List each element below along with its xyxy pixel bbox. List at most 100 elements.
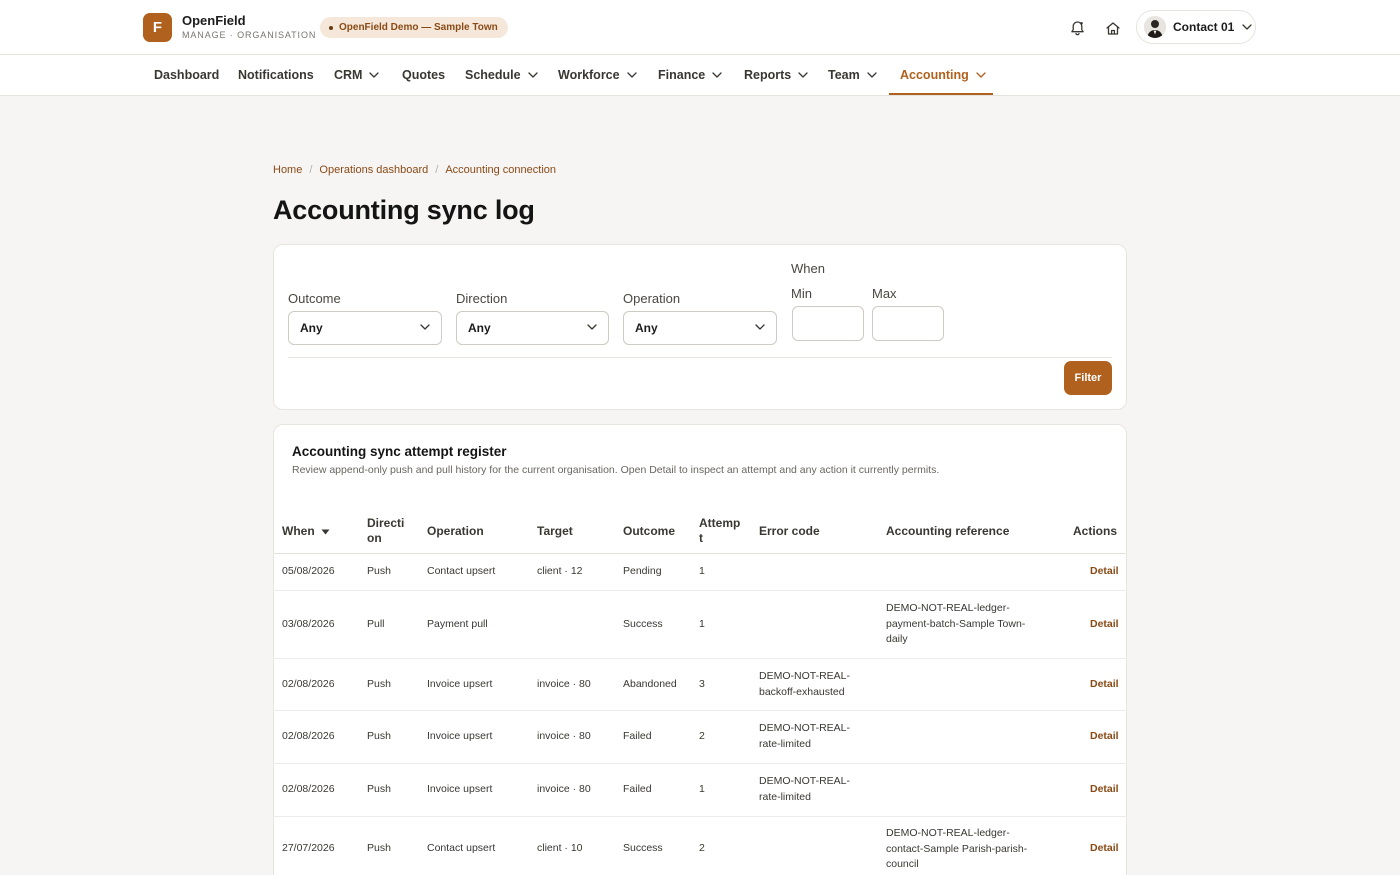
min-date-input[interactable] bbox=[792, 306, 864, 341]
cell-operation: Payment pull bbox=[427, 618, 488, 630]
nav-label: Notifications bbox=[238, 68, 314, 82]
direction-select[interactable]: Any bbox=[456, 311, 609, 345]
chevron-down-icon bbox=[626, 72, 637, 78]
cell-outcome: Abandoned bbox=[623, 678, 677, 690]
table-header: When Directi on Operation Target Outcome … bbox=[274, 508, 1126, 554]
detail-link[interactable]: Detail bbox=[1090, 782, 1119, 798]
cell-target: invoice · 80 bbox=[537, 730, 591, 742]
column-attempt: Attemp t bbox=[699, 516, 741, 545]
nav-accounting[interactable]: Accounting bbox=[900, 55, 986, 95]
status-dot bbox=[329, 25, 333, 30]
cell-attempt: 3 bbox=[699, 678, 705, 690]
column-actions: Actions bbox=[1073, 524, 1118, 538]
breadcrumb-accounting-connection[interactable]: Accounting connection bbox=[445, 164, 556, 176]
cell-when: 05/08/2026 bbox=[282, 565, 335, 577]
cell-operation: Invoice upsert bbox=[427, 678, 493, 690]
cell-error-code: DEMO-NOT-REAL-rate-limited bbox=[759, 722, 851, 750]
nav-crm[interactable]: CRM bbox=[334, 55, 380, 95]
cell-direction: Push bbox=[367, 565, 391, 577]
nav-label: Workforce bbox=[558, 68, 620, 82]
nav-notifications[interactable]: Notifications bbox=[238, 55, 314, 95]
column-outcome: Outcome bbox=[623, 524, 676, 538]
column-when[interactable]: When bbox=[282, 524, 330, 539]
chevron-down-icon bbox=[755, 324, 765, 330]
table-row: 05/08/2026 Push Contact upsert client · … bbox=[274, 554, 1126, 591]
chevron-down-icon bbox=[587, 324, 597, 330]
page-title: Accounting sync log bbox=[273, 195, 535, 225]
operation-label: Operation bbox=[623, 291, 681, 306]
min-label: Min bbox=[791, 286, 812, 301]
nav-quotes[interactable]: Quotes bbox=[402, 55, 445, 95]
breadcrumb-separator: / bbox=[309, 164, 313, 176]
cell-attempt: 2 bbox=[699, 842, 705, 854]
cell-reference: DEMO-NOT-REAL-ledger-payment-batch-Sampl… bbox=[886, 602, 1026, 645]
cell-when: 27/07/2026 bbox=[282, 842, 335, 854]
cell-outcome: Success bbox=[623, 842, 663, 854]
main-navigation: Dashboard Notifications CRM Quotes Sched… bbox=[0, 55, 1400, 96]
nav-team[interactable]: Team bbox=[828, 55, 877, 95]
cell-direction: Push bbox=[367, 783, 391, 795]
table-row: 02/08/2026 Push Invoice upsert invoice ·… bbox=[274, 764, 1126, 817]
nav-label: Team bbox=[828, 68, 860, 82]
nav-finance[interactable]: Finance bbox=[658, 55, 722, 95]
bell-icon bbox=[1070, 21, 1084, 36]
column-operation: Operation bbox=[427, 524, 484, 538]
outcome-select[interactable]: Any bbox=[288, 311, 442, 345]
chevron-down-icon bbox=[976, 72, 986, 78]
sync-attempt-register: Accounting sync attempt register Review … bbox=[273, 424, 1127, 875]
filter-panel: Outcome Any Direction Any Operation Any … bbox=[273, 244, 1127, 410]
column-direction: Directi on bbox=[367, 516, 405, 545]
cell-operation: Invoice upsert bbox=[427, 730, 493, 742]
brand-name: OpenField bbox=[182, 13, 246, 28]
direction-value: Any bbox=[468, 321, 491, 335]
detail-link[interactable]: Detail bbox=[1090, 841, 1119, 857]
detail-link[interactable]: Detail bbox=[1090, 677, 1119, 693]
table-row: 27/07/2026 Push Contact upsert client · … bbox=[274, 817, 1126, 875]
filter-button[interactable]: Filter bbox=[1064, 361, 1112, 395]
detail-link[interactable]: Detail bbox=[1090, 564, 1119, 580]
cell-target: client · 12 bbox=[537, 565, 583, 577]
breadcrumb-separator: / bbox=[435, 164, 439, 176]
cell-error-code: DEMO-NOT-REAL-rate-limited bbox=[759, 775, 851, 803]
cell-attempt: 1 bbox=[699, 565, 705, 577]
outcome-value: Any bbox=[300, 321, 323, 335]
table-row: 02/08/2026 Push Invoice upsert invoice ·… bbox=[274, 711, 1126, 764]
cell-when: 03/08/2026 bbox=[282, 618, 335, 630]
brand-subtitle: MANAGE · ORGANISATION bbox=[182, 30, 317, 40]
nav-workforce[interactable]: Workforce bbox=[558, 55, 637, 95]
operation-select[interactable]: Any bbox=[623, 311, 777, 345]
chevron-down-icon bbox=[527, 72, 538, 78]
detail-link[interactable]: Detail bbox=[1090, 729, 1119, 745]
breadcrumb-operations-dashboard[interactable]: Operations dashboard bbox=[319, 164, 428, 176]
breadcrumb: Home / Operations dashboard / Accounting… bbox=[273, 164, 556, 176]
home-icon bbox=[1106, 21, 1120, 35]
active-tab-indicator bbox=[889, 93, 993, 95]
breadcrumb-home[interactable]: Home bbox=[273, 164, 302, 176]
chevron-down-icon bbox=[369, 72, 380, 78]
cell-operation: Contact upsert bbox=[427, 565, 496, 577]
outcome-label: Outcome bbox=[288, 291, 341, 306]
detail-link[interactable]: Detail bbox=[1090, 617, 1119, 633]
sort-down-icon bbox=[321, 529, 330, 535]
cell-when: 02/08/2026 bbox=[282, 678, 335, 690]
cell-outcome: Failed bbox=[623, 783, 652, 795]
notifications-button[interactable] bbox=[1066, 17, 1088, 39]
nav-schedule[interactable]: Schedule bbox=[465, 55, 538, 95]
cell-direction: Push bbox=[367, 842, 391, 854]
cell-outcome: Pending bbox=[623, 565, 662, 577]
column-error-code: Error code bbox=[759, 524, 820, 538]
nav-dashboard[interactable]: Dashboard bbox=[154, 55, 219, 95]
register-title: Accounting sync attempt register bbox=[292, 444, 507, 459]
nav-label: Schedule bbox=[465, 68, 521, 82]
register-description: Review append-only push and pull history… bbox=[292, 464, 940, 476]
cell-attempt: 1 bbox=[699, 618, 705, 630]
brand-link[interactable]: F OpenField MANAGE · ORGANISATION bbox=[143, 13, 316, 42]
user-menu-button[interactable]: Contact 01 bbox=[1136, 10, 1256, 44]
organisation-badge: OpenField Demo — Sample Town bbox=[320, 17, 508, 38]
home-button[interactable] bbox=[1102, 17, 1124, 39]
column-label: When bbox=[282, 524, 315, 538]
nav-reports[interactable]: Reports bbox=[744, 55, 808, 95]
brand-text: OpenField MANAGE · ORGANISATION bbox=[182, 13, 316, 42]
divider bbox=[288, 357, 1112, 358]
max-date-input[interactable] bbox=[872, 306, 944, 341]
